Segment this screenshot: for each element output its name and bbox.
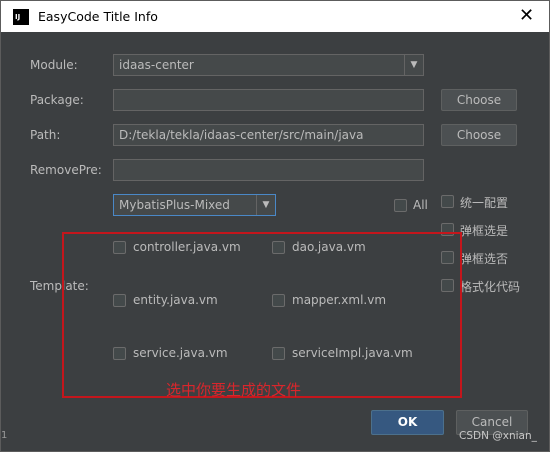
intellij-app-icon: IJ (13, 9, 29, 25)
template-group-value: MybatisPlus-Mixed (119, 198, 230, 212)
background-edge-digit: 1 (1, 430, 8, 441)
window-title: EasyCode Title Info (38, 9, 158, 24)
option-label-format-code: 格式化代码 (460, 280, 521, 294)
annotation-highlight-box (62, 232, 462, 398)
template-group-dropdown[interactable]: MybatisPlus-Mixed ▼ (113, 194, 276, 216)
watermark: CSDN @xnian_ (459, 430, 537, 442)
dialog-window: IJ EasyCode Title Info ✕ Module: idaas-c… (0, 0, 550, 452)
all-checkbox[interactable] (394, 199, 407, 212)
chevron-down-icon[interactable]: ▼ (404, 55, 423, 75)
title-bar: IJ EasyCode Title Info ✕ (1, 1, 549, 32)
option-label-unified-config: 统一配置 (460, 196, 509, 210)
path-input[interactable]: D:/tekla/tekla/idaas-center/src/main/jav… (113, 124, 424, 146)
ok-button[interactable]: OK (371, 410, 444, 435)
module-dropdown[interactable]: idaas-center ▼ (113, 54, 424, 76)
chevron-down-icon[interactable]: ▼ (256, 195, 275, 215)
close-icon[interactable]: ✕ (519, 5, 534, 26)
path-choose-button[interactable]: Choose (441, 124, 517, 146)
module-value: idaas-center (119, 58, 194, 72)
package-choose-button[interactable]: Choose (441, 89, 517, 111)
removepre-input[interactable] (113, 159, 424, 181)
option-checkbox-unified-config[interactable] (441, 195, 454, 208)
option-label-dialog-yes: 弹框选是 (460, 224, 509, 238)
annotation-text: 选中你要生成的文件 (166, 381, 302, 399)
removepre-label: RemovePre: (30, 163, 102, 177)
option-label-dialog-no: 弹框选否 (460, 252, 509, 266)
path-label: Path: (30, 128, 61, 142)
package-label: Package: (30, 93, 84, 107)
all-label: All (413, 198, 428, 212)
module-label: Module: (30, 58, 78, 72)
package-input[interactable] (113, 89, 424, 111)
